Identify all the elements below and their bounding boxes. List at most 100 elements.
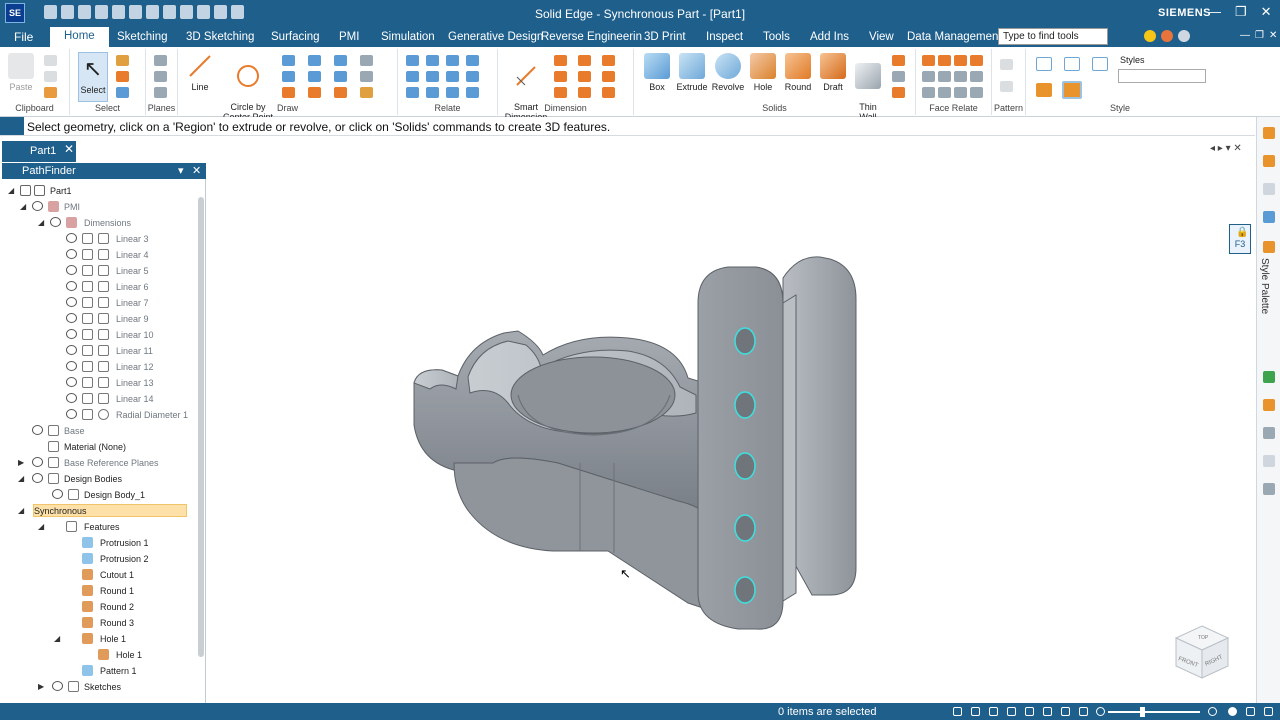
style-palette-icon[interactable] — [1263, 241, 1275, 253]
solids-more-icon-2[interactable] — [892, 71, 905, 82]
zoom-in-icon[interactable] — [1208, 707, 1217, 716]
tangent-icon[interactable] — [426, 55, 439, 66]
view-orientation-icon[interactable] — [1079, 707, 1088, 716]
brush-icon[interactable] — [1263, 455, 1275, 467]
dimension-style-icon[interactable] — [578, 87, 591, 98]
tab-sketching[interactable]: Sketching — [117, 31, 168, 43]
face-relate-icon-7[interactable] — [954, 71, 967, 82]
graphics-window[interactable] — [208, 163, 1256, 703]
face-relate-icon-9[interactable] — [922, 87, 935, 98]
symmetric-diameter-icon[interactable] — [554, 71, 567, 82]
fullscreen-icon[interactable] — [1246, 707, 1255, 716]
horizontal-icon[interactable] — [406, 71, 419, 82]
collinear-icon[interactable] — [426, 87, 439, 98]
shaded-visible-edges-icon[interactable] — [1062, 81, 1082, 99]
face-relate-icon-1[interactable] — [922, 55, 935, 66]
rigid-icon[interactable] — [406, 87, 419, 98]
zoom-area-icon[interactable] — [971, 707, 980, 716]
view-front-icon[interactable] — [1092, 57, 1108, 71]
doc-restore-button[interactable]: ❐ — [1255, 30, 1264, 41]
line-button[interactable]: Line — [184, 53, 216, 92]
coordinate-dimension-icon[interactable] — [602, 55, 615, 66]
solids-more-icon-3[interactable] — [892, 87, 905, 98]
rectangular-pattern-icon[interactable] — [1000, 59, 1013, 70]
trim-icon[interactable] — [308, 87, 321, 98]
cut-icon[interactable] — [44, 55, 57, 66]
styles-dropdown[interactable] — [1118, 69, 1206, 83]
tools-icon[interactable] — [1263, 183, 1275, 195]
circular-pattern-icon[interactable] — [1000, 81, 1013, 92]
equal-icon[interactable] — [426, 71, 439, 82]
round-button[interactable]: Round — [780, 53, 816, 92]
paste-button[interactable]: Paste — [8, 53, 34, 92]
face-relate-icon-6[interactable] — [938, 71, 951, 82]
close-document-icon[interactable]: ✕ — [64, 142, 74, 156]
extrude-button[interactable]: Extrude — [674, 53, 710, 92]
hole-button[interactable]: Hole — [746, 53, 780, 92]
document-tab-part1[interactable]: Part1 ✕ — [2, 141, 76, 162]
parallel-icon[interactable] — [446, 71, 459, 82]
pathfinder-menu-icon[interactable]: ▾ — [178, 164, 184, 177]
minimize-button[interactable]: — — [1208, 4, 1221, 20]
connect-icon[interactable] — [406, 55, 419, 66]
tab-generative-design[interactable]: Generative Design — [448, 31, 543, 43]
tab-add-ins[interactable]: Add Ins — [810, 31, 849, 43]
view-iso-icon[interactable] — [1036, 57, 1052, 71]
frown-feedback-icon[interactable] — [1161, 30, 1173, 42]
distance-between-icon[interactable] — [554, 55, 567, 66]
dimension-axis-icon[interactable] — [602, 71, 615, 82]
tab-data-management[interactable]: Data Management — [907, 31, 1002, 43]
fillet-icon[interactable] — [282, 87, 295, 98]
angle-between-icon[interactable] — [578, 55, 591, 66]
draft-button[interactable]: Draft — [816, 53, 850, 92]
doc-minimize-button[interactable]: — — [1240, 30, 1250, 41]
close-button[interactable]: ✕ — [1261, 4, 1272, 20]
look-at-icon[interactable] — [1061, 707, 1070, 716]
view-cube[interactable]: TOP FRONT RIGHT — [1172, 622, 1232, 682]
format-painter-icon[interactable] — [44, 87, 57, 98]
spin-about-icon[interactable] — [1043, 707, 1052, 716]
rotate-icon[interactable] — [1025, 707, 1034, 716]
ellipse-icon[interactable] — [308, 71, 321, 82]
key-icon[interactable] — [1263, 399, 1275, 411]
revolve-button[interactable]: Revolve — [710, 53, 746, 92]
restore-button[interactable]: ❐ — [1235, 4, 1247, 20]
prompt-bar-icon[interactable] — [0, 117, 24, 135]
family-of-parts-icon[interactable] — [1263, 155, 1275, 167]
pencil-icon[interactable] — [360, 87, 373, 98]
tab-3d-print[interactable]: 3D Print — [644, 31, 686, 43]
select-button[interactable]: ↖ Select — [78, 52, 108, 102]
tab-reverse-engineering[interactable]: Reverse Engineerin — [541, 31, 642, 43]
parts-library-icon[interactable] — [1263, 127, 1275, 139]
shaded-icon[interactable] — [1036, 83, 1052, 97]
tab-pmi[interactable]: PMI — [339, 31, 359, 43]
style-palette-label[interactable]: Style Palette — [1259, 258, 1270, 314]
record-icon[interactable] — [1228, 707, 1237, 716]
point-icon[interactable] — [334, 71, 347, 82]
select-tool-icon[interactable] — [116, 55, 129, 66]
plane-icon[interactable] — [154, 55, 167, 66]
zoom-slider[interactable] — [1108, 711, 1200, 713]
file-menu[interactable]: File — [14, 30, 33, 44]
perpendicular-icon[interactable] — [446, 87, 459, 98]
move-icon[interactable] — [360, 71, 373, 82]
tab-3d-sketching[interactable]: 3D Sketching — [186, 31, 254, 43]
pathfinder-scrollbar[interactable] — [198, 197, 204, 657]
angular-coordinate-icon[interactable] — [578, 71, 591, 82]
command-finder-input[interactable]: Type to find tools — [998, 28, 1108, 45]
coincident-plane-icon[interactable] — [154, 71, 167, 82]
face-relate-icon-8[interactable] — [970, 71, 983, 82]
lock-view-button[interactable]: 🔒 F3 — [1229, 224, 1251, 254]
color-palette-icon[interactable] — [1263, 211, 1275, 223]
grid-icon[interactable] — [1263, 483, 1275, 495]
solids-more-icon-1[interactable] — [892, 55, 905, 66]
face-relate-icon-12[interactable] — [970, 87, 983, 98]
maintain-relationships-icon[interactable] — [466, 87, 479, 98]
part-model[interactable] — [208, 163, 1256, 703]
tab-surfacing[interactable]: Surfacing — [271, 31, 320, 43]
document-tab-nav[interactable]: ◂ ▸ ▾ ✕ — [1210, 143, 1242, 154]
face-relate-icon-11[interactable] — [954, 87, 967, 98]
face-relate-icon-4[interactable] — [970, 55, 983, 66]
zoom-out-icon[interactable] — [1096, 707, 1105, 716]
box-select-icon[interactable] — [116, 87, 129, 98]
